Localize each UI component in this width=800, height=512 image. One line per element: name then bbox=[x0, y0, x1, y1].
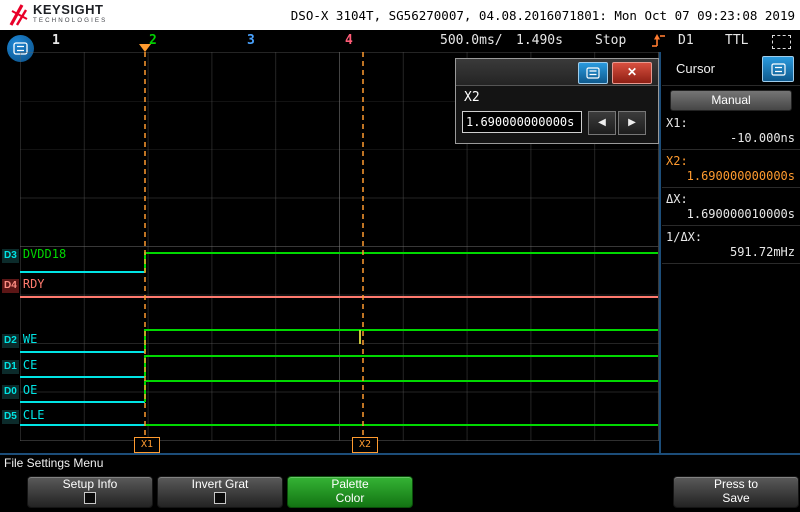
trace-dvdd18-high bbox=[144, 252, 658, 272]
cursor-x1-value: -10.000ns bbox=[729, 131, 795, 145]
trigger-edge-icon bbox=[652, 34, 665, 47]
cursor-mode-button[interactable]: Manual bbox=[670, 90, 792, 111]
softkey-setup-info[interactable]: Setup Info bbox=[27, 476, 153, 508]
cursor-x2-value: 1.690000000000s bbox=[686, 169, 795, 183]
inverse-delta-x-value: 591.72mHz bbox=[729, 245, 795, 259]
separator bbox=[662, 149, 800, 150]
dialog-title-bar: ✕ bbox=[456, 59, 658, 86]
cursor-x1-label: X1: bbox=[666, 116, 688, 130]
softkey-menu-title: File Settings Menu bbox=[4, 456, 104, 470]
header-bar: KEYSIGHT TECHNOLOGIES DSO-X 3104T, SG562… bbox=[0, 0, 800, 30]
brand-block: KEYSIGHT TECHNOLOGIES bbox=[33, 3, 107, 24]
channel-badge[interactable]: D5 bbox=[2, 410, 19, 424]
status-bar: 1 2 3 4 500.0ms/ 1.490s Stop D1 TTL bbox=[0, 30, 800, 52]
cursor-x1-tag[interactable]: X1 bbox=[134, 437, 160, 453]
softkey-label-line1: Press to bbox=[713, 477, 758, 491]
channel-badge[interactable]: D3 bbox=[2, 249, 19, 263]
delta-x-label: ΔX: bbox=[666, 192, 688, 206]
cursor-panel-menu-button[interactable] bbox=[762, 56, 794, 82]
channel-badge[interactable]: D4 bbox=[2, 279, 19, 293]
menu-list-icon bbox=[586, 67, 600, 79]
footer-divider bbox=[0, 453, 800, 455]
channel-4-button[interactable]: 4 bbox=[345, 33, 353, 48]
panel-divider bbox=[659, 52, 661, 453]
menu-list-icon bbox=[770, 62, 786, 76]
channel-badge[interactable]: D1 bbox=[2, 360, 19, 374]
channel-label-d5: D5 CLE bbox=[2, 408, 45, 424]
cursor-value-dialog: ✕ X2 ◀ ▶ bbox=[455, 58, 659, 144]
channel-badge[interactable]: D2 bbox=[2, 334, 19, 348]
selection-rect-icon[interactable] bbox=[772, 35, 791, 49]
cursor-panel: Cursor Manual X1: -10.000ns X2: 1.690000… bbox=[662, 52, 800, 453]
instrument-title: DSO-X 3104T, SG56270007, 04.08.201607180… bbox=[290, 8, 795, 23]
softkey-press-to-save[interactable]: Press to Save bbox=[673, 476, 799, 508]
brand-name: KEYSIGHT bbox=[33, 2, 104, 17]
channel-label-d1: D1 CE bbox=[2, 358, 38, 374]
trigger-mode-readout: TTL bbox=[725, 33, 749, 48]
trace-ce-high bbox=[144, 355, 658, 377]
channel-label-d3: D3 DVDD18 bbox=[2, 247, 67, 263]
cursor-value-input[interactable] bbox=[462, 111, 582, 133]
softkey-label: Invert Grat bbox=[191, 477, 249, 491]
brand-subtitle: TECHNOLOGIES bbox=[33, 17, 108, 24]
run-state-indicator: Stop bbox=[595, 33, 627, 48]
softkey-label-line2: Color bbox=[335, 491, 365, 505]
cursor-panel-title: Cursor bbox=[676, 61, 716, 76]
channel-name: WE bbox=[22, 332, 38, 346]
delay-readout: 1.490s bbox=[516, 33, 563, 48]
time-reference-marker[interactable] bbox=[139, 44, 151, 52]
trace-we-high bbox=[144, 329, 658, 352]
channel-badge[interactable]: D0 bbox=[2, 385, 19, 399]
dialog-field-label: X2 bbox=[464, 90, 480, 105]
separator bbox=[662, 263, 800, 264]
cursor-x2-label: X2: bbox=[666, 154, 688, 168]
decrement-button[interactable]: ◀ bbox=[588, 111, 616, 135]
trigger-source-readout: D1 bbox=[678, 33, 694, 48]
inverse-delta-x-label: 1/ΔX: bbox=[666, 230, 703, 244]
channel-label-d2: D2 WE bbox=[2, 332, 38, 348]
delta-x-value: 1.690000010000s bbox=[686, 207, 795, 221]
invert-grat-checkbox[interactable] bbox=[214, 492, 226, 504]
channel-label-d4: D4 RDY bbox=[2, 277, 45, 293]
dialog-close-button[interactable]: ✕ bbox=[612, 62, 652, 84]
increment-button[interactable]: ▶ bbox=[618, 111, 646, 135]
softkey-label-line1: Palette bbox=[331, 477, 369, 491]
softkey-invert-grat[interactable]: Invert Grat bbox=[157, 476, 283, 508]
channel-name: DVDD18 bbox=[22, 247, 67, 261]
channel-name: RDY bbox=[22, 277, 45, 291]
channel-1-button[interactable]: 1 bbox=[52, 33, 60, 48]
softkey-label: Setup Info bbox=[62, 477, 118, 491]
oscilloscope-screen: KEYSIGHT TECHNOLOGIES DSO-X 3104T, SG562… bbox=[0, 0, 800, 512]
timebase-readout: 500.0ms/ bbox=[440, 33, 503, 48]
dialog-menu-button[interactable] bbox=[578, 62, 608, 84]
channel-3-button[interactable]: 3 bbox=[247, 33, 255, 48]
channel-name: CLE bbox=[22, 408, 45, 422]
separator bbox=[662, 225, 800, 226]
trace-oe-high bbox=[144, 380, 658, 402]
separator bbox=[662, 187, 800, 188]
softkey-palette-color[interactable]: Palette Color bbox=[287, 476, 413, 508]
cursor-x2-tag[interactable]: X2 bbox=[352, 437, 378, 453]
softkey-label-line2: Save bbox=[722, 491, 750, 505]
separator bbox=[662, 85, 800, 86]
keysight-logo-icon bbox=[9, 4, 28, 26]
channel-name: CE bbox=[22, 358, 38, 372]
channel-label-d0: D0 OE bbox=[2, 383, 38, 399]
setup-info-checkbox[interactable] bbox=[84, 492, 96, 504]
channel-name: OE bbox=[22, 383, 38, 397]
